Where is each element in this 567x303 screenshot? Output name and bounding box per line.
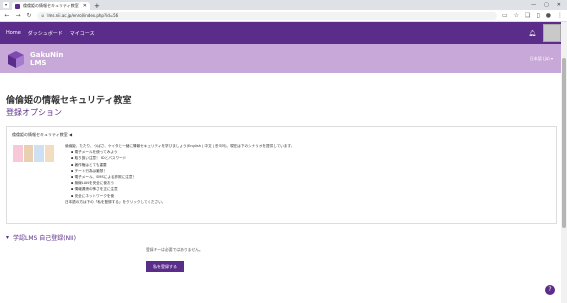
browser-tab[interactable]: 倫倫姫の情報セキュリティ教室 | GakuNin LMS ✕ <box>12 2 90 10</box>
user-avatar[interactable] <box>543 24 561 42</box>
browser-menu-icon[interactable]: ⋮ <box>557 12 563 19</box>
enrol-key-note: 登録キーは必要ではありません。 <box>146 247 203 252</box>
brand-text: GakuNin LMS <box>30 51 63 67</box>
site-top-nav: Home ダッシュボード マイコース 🔔︎ <box>0 22 567 44</box>
course-description: 倫倫姫、たたり、つばさ、ケイタと一緒に情報セキュリティを学びましょう(Engli… <box>65 143 294 205</box>
scrollbar-thumb[interactable] <box>562 58 566 228</box>
course-summary-card: 倫倫姫の情報セキュリティ教室 ◀ 倫倫姫、たたり、つばさ、ケイタと一緒に情報セキ… <box>6 126 557 224</box>
tab-title: 倫倫姫の情報セキュリティ教室 | GakuNin LMS <box>23 3 80 8</box>
language-selector[interactable]: 日本語 (ja) ▾ <box>530 56 553 62</box>
site-hero: GakuNin LMS 日本語 (ja) ▾ <box>0 44 567 73</box>
nav-mycourses[interactable]: マイコース <box>70 30 95 37</box>
tab-close-icon[interactable]: ✕ <box>83 3 87 9</box>
extensions-icon[interactable]: ❏ <box>525 12 530 19</box>
site-info-icon[interactable]: ⊜ <box>41 13 44 18</box>
collapse-chevron-icon[interactable]: ▾ <box>6 234 9 241</box>
reload-icon[interactable]: ↻ <box>26 12 32 19</box>
url-text: lms.nii.ac.jp/enrol/index.php?id=56 <box>47 13 119 18</box>
minimize-icon[interactable]: — <box>531 2 536 8</box>
window-controls: — ▢ ✕ <box>531 2 567 10</box>
nav-dashboard[interactable]: ダッシュボード <box>28 30 63 37</box>
course-image <box>13 145 55 162</box>
course-footer-note: 日本語の方は下の「私を登録する」をクリックしてください。 <box>65 199 166 204</box>
bookmark-star-icon[interactable]: ☆ <box>514 12 519 19</box>
sidebar-icon[interactable]: ▯ <box>536 12 539 19</box>
new-tab-icon[interactable]: + <box>94 2 100 10</box>
help-button[interactable]: ? <box>545 285 555 295</box>
brand-line-1: GakuNin <box>30 50 64 59</box>
enrol-section-title: 学認LMS 自己登録(NII) <box>13 235 76 242</box>
gakunin-logo[interactable] <box>6 49 26 69</box>
window-close-icon[interactable]: ✕ <box>557 2 561 8</box>
scenario-list: 電子メールを使ってみよう 取り扱い注意！ IDとパスワード 著作権はとても重要 … <box>65 149 294 199</box>
notification-bell-icon[interactable]: 🔔︎ <box>528 30 536 37</box>
maximize-icon[interactable]: ▢ <box>544 2 549 8</box>
tab-favicon-icon <box>15 3 20 9</box>
nav-home[interactable]: Home <box>6 30 21 36</box>
enrol-me-button[interactable]: 私を登録する <box>146 261 184 272</box>
address-right-tools: ▭ ☆ ❏ ▯ ● ⋮ <box>502 12 563 19</box>
enrol-section-header[interactable]: ▾ 学認LMS 自己登録(NII) <box>6 233 76 242</box>
url-field[interactable]: ⊜ lms.nii.ac.jp/enrol/index.php?id=56 <box>37 11 497 20</box>
main-content: 倫倫姫の情報セキュリティ教室 登録オプション 倫倫姫の情報セキュリティ教室 ◀ … <box>0 73 561 303</box>
cast-icon[interactable]: ▭ <box>502 12 508 19</box>
brand-line-2: LMS <box>30 58 47 67</box>
browser-menu-button[interactable]: ▾ <box>3 2 9 8</box>
browser-tab-bar: ▾ 倫倫姫の情報セキュリティ教室 | GakuNin LMS ✕ + — ▢ ✕ <box>0 0 567 10</box>
course-title: 倫倫姫の情報セキュリティ教室 <box>6 96 132 106</box>
profile-icon[interactable]: ● <box>546 12 551 19</box>
back-icon[interactable]: ← <box>4 12 10 19</box>
forward-icon[interactable]: → <box>15 12 21 19</box>
page-subtitle: 登録オプション <box>6 108 62 117</box>
address-bar: ← → ↻ ⊜ lms.nii.ac.jp/enrol/index.php?id… <box>0 10 567 22</box>
course-card-heading[interactable]: 倫倫姫の情報セキュリティ教室 ◀ <box>12 132 72 138</box>
